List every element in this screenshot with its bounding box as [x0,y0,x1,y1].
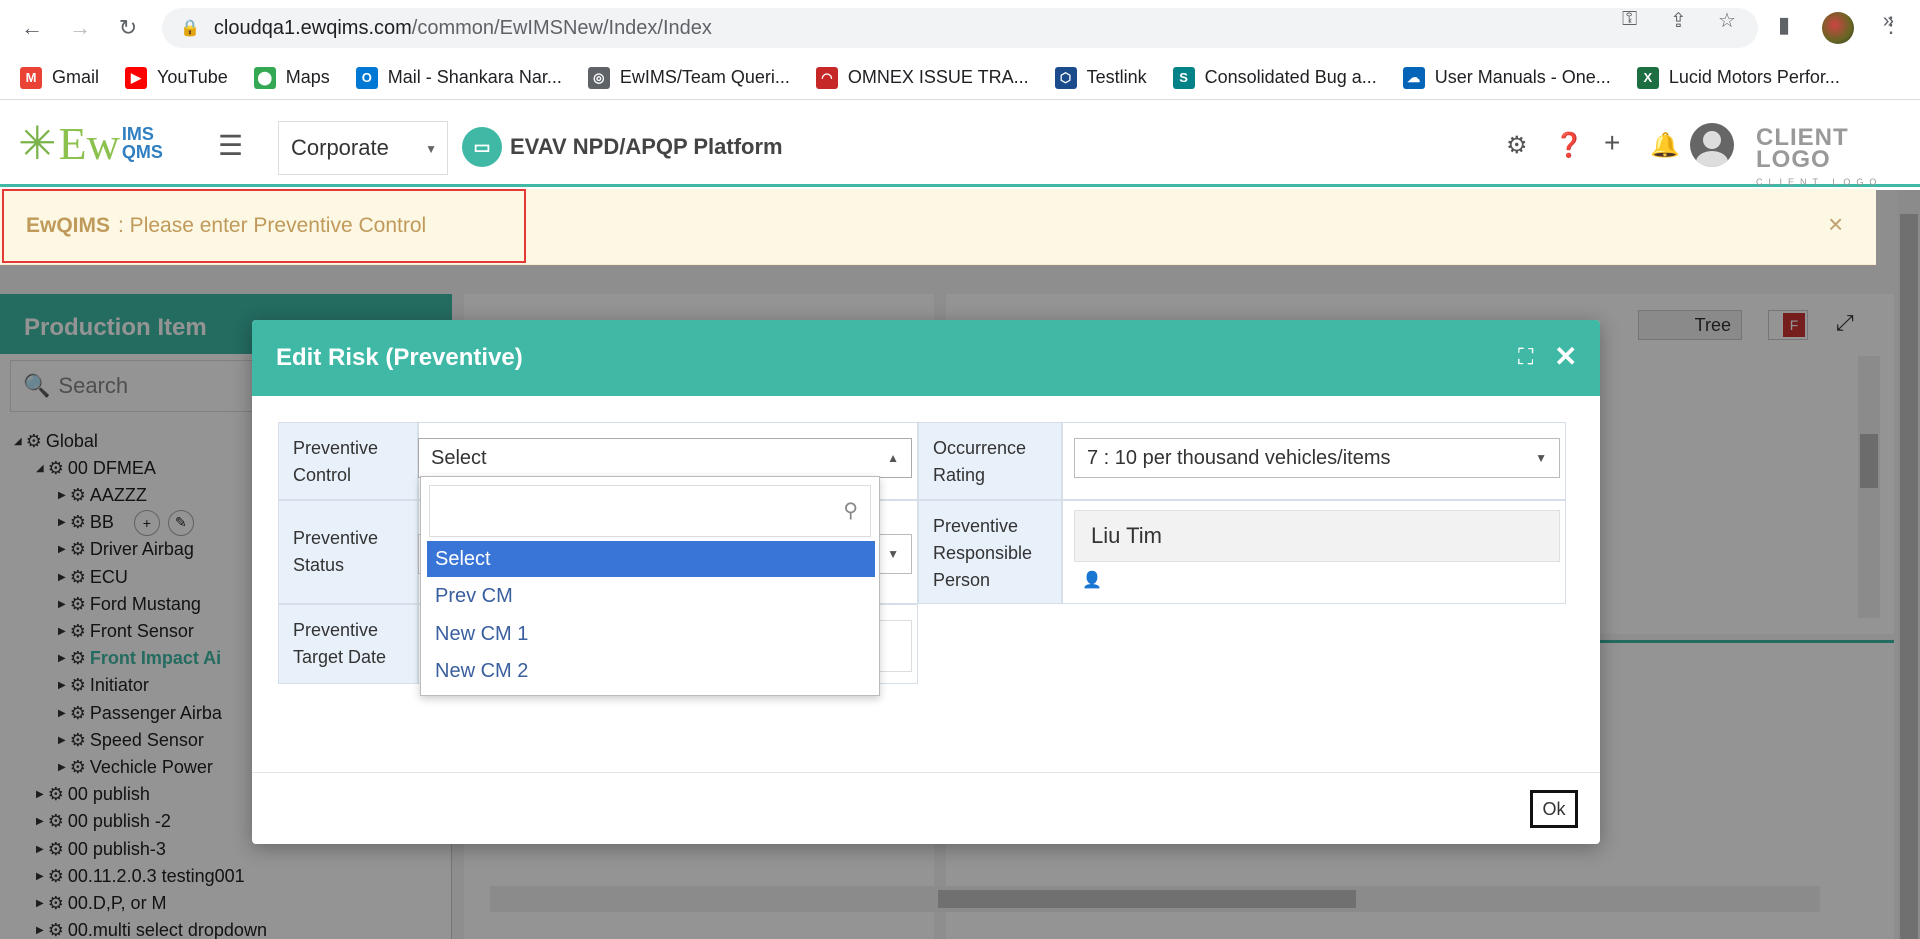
bookmark-label: Gmail [52,67,100,87]
bookmark-label: Lucid Motors Perfor... [1668,67,1840,87]
alert-brand: EwQIMS [26,214,111,237]
reload-icon[interactable]: ↻ [110,10,146,46]
bookmark-item[interactable]: M Gmail [20,66,100,89]
outlook-icon: O [355,66,378,89]
sidepanel-icon[interactable]: ▮ [1778,12,1790,38]
user-avatar[interactable] [1690,123,1734,167]
preventive-control-label: Preventive Control [278,422,418,500]
ok-button[interactable]: Ok [1530,790,1578,828]
youtube-icon: ▶ [125,66,148,89]
monitor-icon: ▭ [462,127,502,167]
maximize-icon[interactable]: ⛶ [1518,344,1533,370]
gmail-icon: M [20,66,42,89]
address-bar[interactable]: 🔒 cloudqa1.ewqims.com/common/EwIMSNew/In… [162,8,1758,48]
modal-footer [252,772,1600,844]
share-icon[interactable]: ⇪ [1670,8,1687,33]
bookmark-label: Mail - Shankara Nar... [387,67,562,87]
ewqims-logo[interactable]: ✳ Ew IMS QMS [18,115,163,171]
occurrence-rating-label: Occurrence Rating [918,422,1062,500]
bookmark-item[interactable]: ⬤ Maps [253,66,330,89]
preventive-target-date-label: Preventive Target Date [278,604,418,684]
responsible-person-label: Preventive Responsible Person [918,500,1062,604]
excel-icon: X [1636,66,1659,89]
preventive-control-value: Select [431,446,487,469]
responsible-person-value: Liu Tim [1091,523,1162,548]
bookmark-label: Consolidated Bug a... [1204,67,1377,87]
bookmark-item[interactable]: ☁ User Manuals - One... [1402,66,1611,89]
help-icon[interactable]: ❓ [1554,131,1584,160]
person-lookup-icon[interactable]: 👤 [1082,570,1102,590]
close-icon[interactable]: × [1828,209,1843,240]
bookmark-item[interactable]: ⬡ Testlink [1054,66,1147,89]
plus-icon[interactable]: + [1604,127,1620,159]
chevron-down-icon: ▼ [1535,451,1547,465]
maps-icon: ⬤ [253,66,276,89]
preventive-control-select[interactable]: Select ▲ [418,438,912,478]
modal-header: Edit Risk (Preventive) ⛶ ✕ [252,320,1600,396]
dropdown-option[interactable]: Prev CM [427,579,875,615]
bookmark-item[interactable]: ◠ OMNEX ISSUE TRA... [815,66,1029,89]
dropdown-option[interactable]: Select [427,541,875,577]
profile-avatar[interactable] [1822,12,1854,44]
omnex-icon: ◠ [815,66,838,89]
chevron-up-icon: ▲ [887,451,899,465]
browser-toolbar: ← → ↻ 🔒 cloudqa1.ewqims.com/common/EwIMS… [0,0,1920,56]
bookmark-item[interactable]: S Consolidated Bug a... [1172,66,1377,89]
client-logo-text: CLIENT LOGO [1756,124,1849,173]
bookmark-item[interactable]: ▶ YouTube [125,66,228,89]
responsible-person-field: Liu Tim [1074,510,1560,562]
sharepoint-icon: S [1172,66,1195,89]
close-icon[interactable]: ✕ [1554,340,1577,373]
bookmark-label: Testlink [1086,67,1147,87]
onedrive-icon: ☁ [1402,66,1425,89]
alert-text: : Please enter Preventive Control [118,214,427,237]
preventive-status-label: Preventive Status [278,500,418,604]
app-header: ✳ Ew IMS QMS ☰ Corporate ▼ ▭ EVAV NPD/AP… [0,101,1920,187]
bookmark-label: OMNEX ISSUE TRA... [847,67,1029,87]
testlink-icon: ⬡ [1054,66,1077,89]
search-icon: ⚲ [843,500,858,522]
back-icon[interactable]: ← [14,10,50,46]
alert-message: EwQIMS : Please enter Preventive Control [2,189,526,263]
logo-ims: IMS [121,124,154,144]
chevron-down-icon: ▼ [425,142,437,156]
occurrence-rating-value: 7 : 10 per thousand vehicles/items [1087,446,1391,469]
bookmark-label: User Manuals - One... [1434,67,1611,87]
modal-title: Edit Risk (Preventive) [276,344,523,371]
lock-icon: 🔒 [180,20,200,37]
hamburger-menu-icon[interactable]: ☰ [218,129,243,162]
dropdown-option[interactable]: New CM 2 [427,654,875,690]
bookmark-item[interactable]: X Lucid Motors Perfor... [1636,66,1840,89]
bookmark-label: Maps [285,67,330,87]
preventive-control-dropdown: ⚲ Select Prev CM New CM 1 New CM 2 [420,476,880,696]
star-icon[interactable]: ☆ [1718,8,1736,33]
logo-star-icon: ✳ [18,117,57,169]
key-icon[interactable]: ⚿ [1622,8,1637,31]
bookmark-item[interactable]: ◎ EwIMS/Team Queri... [587,66,790,89]
dropdown-option[interactable]: New CM 1 [427,616,875,652]
bookmark-label: EwIMS/Team Queri... [619,67,790,87]
chevron-down-icon: ▼ [887,547,899,561]
url-text: cloudqa1.ewqims.com/common/EwIMSNew/Inde… [213,16,712,39]
occurrence-rating-select[interactable]: 7 : 10 per thousand vehicles/items ▼ [1074,438,1560,478]
site-select[interactable]: Corporate ▼ [278,121,448,175]
site-select-value: Corporate [291,135,389,160]
bell-icon[interactable]: 🔔 [1650,131,1680,160]
platform-title[interactable]: ▭ EVAV NPD/APQP Platform [462,127,783,167]
logo-text: Ew [58,117,120,169]
bookmark-item[interactable]: O Mail - Shankara Nar... [355,66,562,89]
client-logo: CLIENT LOGO CLIENT LOGO [1756,124,1920,193]
globe-icon: ◎ [587,66,610,89]
dropdown-search-input[interactable]: ⚲ [429,485,871,537]
gear-icon[interactable]: ⚙ [1506,131,1528,160]
alert-bar: EwQIMS : Please enter Preventive Control… [0,189,1876,265]
bookmarks-bar: M Gmail ▶ YouTube ⬤ Maps O Mail - Shankara Nar.… [0,56,1920,100]
bookmark-label: YouTube [157,67,228,87]
forward-icon[interactable]: → [62,10,98,46]
bookmarks-more-icon[interactable]: » [1883,10,1894,33]
platform-title-text: EVAV NPD/APQP Platform [510,134,783,159]
logo-qms: QMS [121,142,163,162]
